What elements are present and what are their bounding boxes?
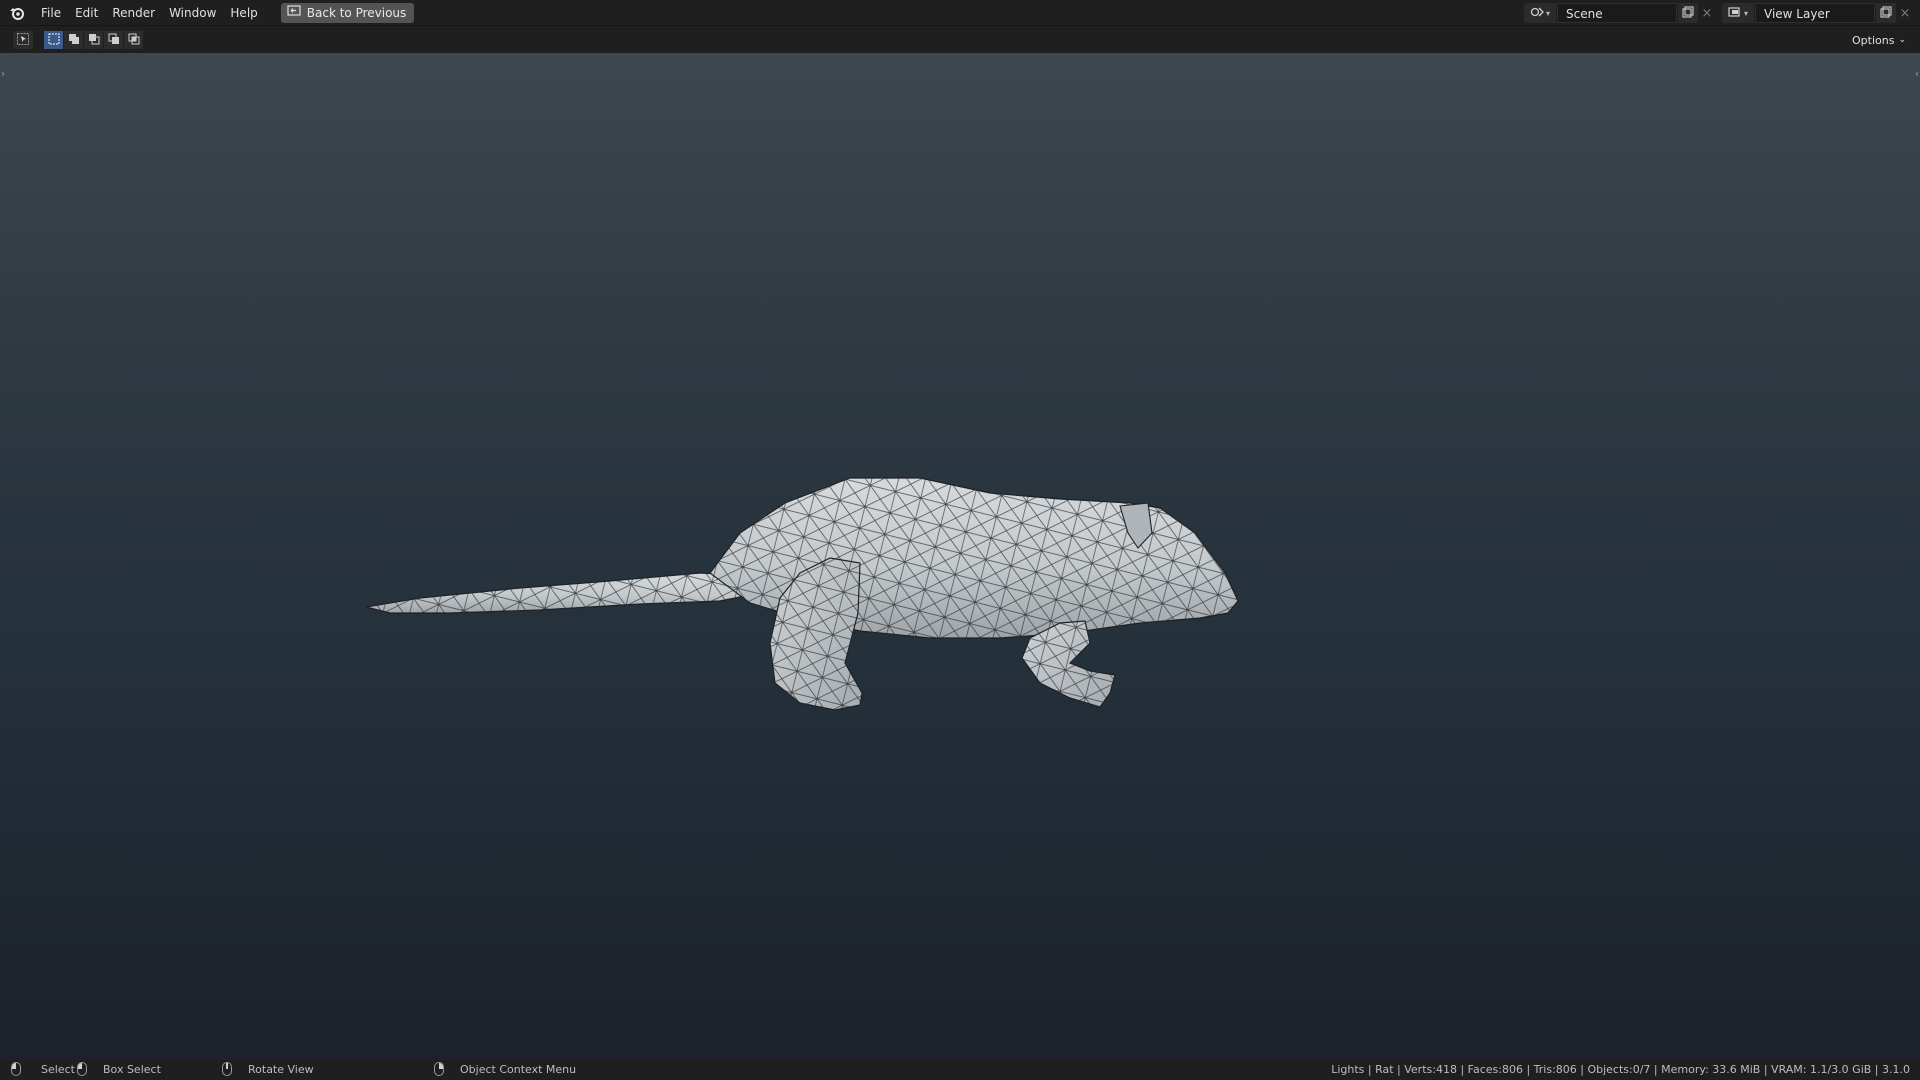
options-dropdown[interactable]: Options ⌄ [1846, 31, 1912, 49]
mouse-left-icon [11, 1062, 21, 1076]
hint-select: Select [11, 1062, 75, 1076]
menu-file[interactable]: File [34, 3, 68, 23]
new-scene-button[interactable] [1678, 3, 1698, 23]
viewport-header: Options ⌄ [0, 27, 1920, 53]
select-extend-icon [68, 33, 80, 48]
view-layer-selector: ▾ View Layer × [1722, 3, 1914, 23]
back-to-previous-button[interactable]: Back to Previous [280, 2, 415, 23]
menu-help[interactable]: Help [223, 3, 264, 23]
hint-box-select: Box Select [77, 1062, 161, 1076]
close-icon: × [1701, 5, 1713, 21]
duplicate-icon [1682, 5, 1694, 21]
blender-logo-icon[interactable] [0, 0, 34, 26]
scene-statistics: Lights | Rat | Verts:418 | Faces:806 | T… [1331, 1063, 1910, 1076]
scene-name-field[interactable]: Scene [1557, 3, 1677, 23]
select-mode-intersect[interactable] [124, 31, 143, 49]
select-invert-icon [108, 33, 120, 48]
cursor-select-icon [17, 32, 29, 48]
mouse-drag-icon [77, 1062, 87, 1076]
scene-icon [1530, 6, 1544, 21]
select-intersect-icon [128, 33, 140, 48]
select-mode-subtract[interactable] [84, 31, 103, 49]
select-tool-button[interactable] [13, 31, 33, 49]
duplicate-icon [1880, 5, 1892, 21]
mouse-right-icon [434, 1062, 444, 1076]
rat-mesh[interactable] [0, 53, 1920, 1060]
select-mode-invert[interactable] [104, 31, 123, 49]
close-icon: × [1899, 5, 1911, 21]
scene-type-dropdown[interactable]: ▾ [1524, 3, 1556, 23]
options-label: Options [1852, 33, 1895, 47]
menu-window[interactable]: Window [162, 3, 223, 23]
select-subtract-icon [88, 33, 100, 48]
menu-edit[interactable]: Edit [68, 3, 105, 23]
menu-render[interactable]: Render [105, 3, 162, 23]
hint-box-select-label: Box Select [103, 1062, 161, 1076]
screen-back-icon [287, 5, 301, 20]
chevron-down-icon: ▾ [1545, 8, 1550, 18]
selection-mode-group [44, 31, 144, 49]
mouse-middle-icon [222, 1062, 232, 1076]
view-layer-dropdown[interactable]: ▾ [1722, 3, 1754, 23]
top-menu-bar: File Edit Render Window Help Back to Pre… [0, 0, 1920, 26]
status-bar: Select Box Select Rotate View Object Con… [0, 1060, 1920, 1080]
3d-viewport[interactable]: › ‹ [0, 53, 1920, 1060]
hint-select-label: Select [41, 1062, 75, 1076]
hint-rotate-view: Rotate View [222, 1062, 314, 1076]
delete-view-layer-button[interactable]: × [1896, 3, 1914, 23]
select-new-icon [48, 33, 60, 48]
hint-rotate-view-label: Rotate View [248, 1062, 314, 1076]
select-mode-new[interactable] [44, 31, 63, 49]
hint-context-menu-label: Object Context Menu [460, 1062, 577, 1076]
view-layer-icon [1728, 6, 1742, 21]
select-mode-extend[interactable] [64, 31, 83, 49]
view-layer-name-field[interactable]: View Layer [1755, 3, 1875, 23]
delete-scene-button[interactable]: × [1698, 3, 1716, 23]
chevron-down-icon: ⌄ [1898, 35, 1906, 45]
back-to-previous-label: Back to Previous [306, 5, 407, 20]
hint-context-menu: Object Context Menu [434, 1062, 576, 1076]
new-view-layer-button[interactable] [1876, 3, 1896, 23]
scene-selector: ▾ Scene × [1524, 3, 1716, 23]
chevron-down-icon: ▾ [1743, 8, 1748, 18]
